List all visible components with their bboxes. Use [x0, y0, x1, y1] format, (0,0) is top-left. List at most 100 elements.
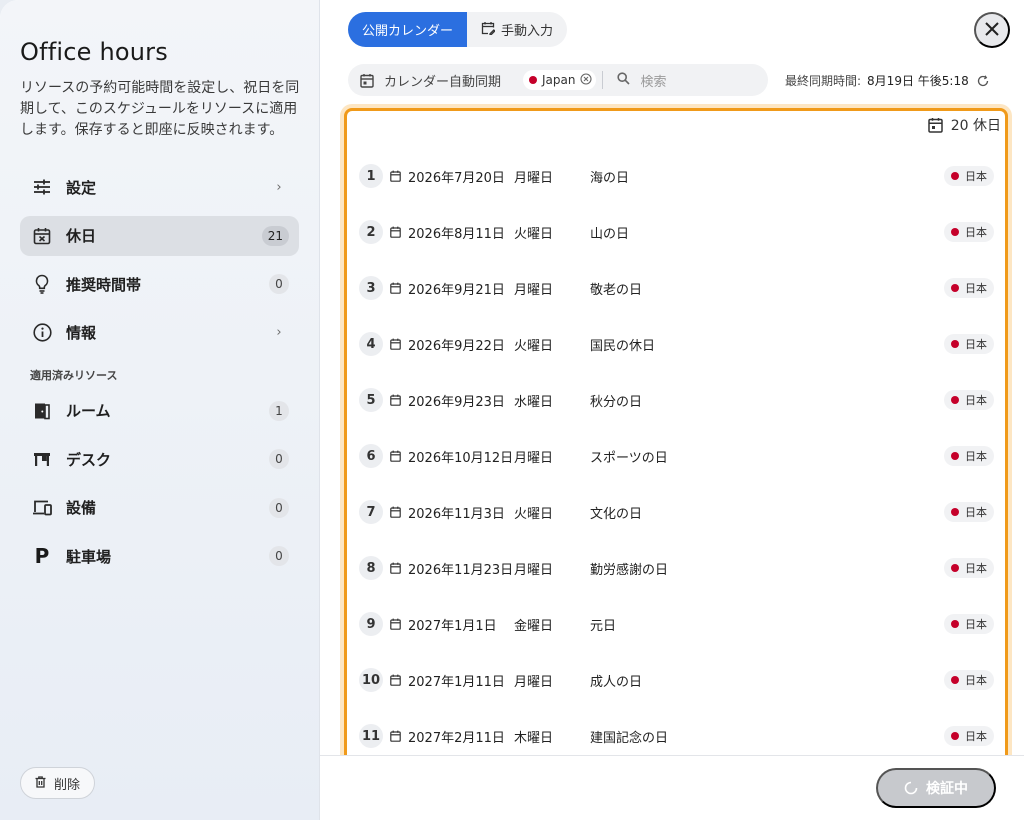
row-index: 1 — [359, 164, 383, 188]
holiday-weekday: 月曜日 — [514, 674, 554, 690]
holiday-name: 山の日 — [590, 226, 630, 242]
holiday-count: 20 休日 — [927, 115, 1001, 135]
sidebar-item-recommended-times[interactable]: 推奨時間帯 0 — [20, 264, 299, 304]
table-row[interactable]: 10 2027年1月11日 月曜日 成人の日 日本 — [347, 652, 1005, 708]
country-chip[interactable]: Japan — [523, 70, 597, 90]
japan-flag-icon — [951, 172, 959, 180]
country-badge: 日本 — [944, 670, 994, 690]
delete-button-label: 削除 — [54, 776, 81, 792]
sidebar-item-label: 推奨時間帯 — [66, 275, 142, 294]
holiday-weekday: 火曜日 — [514, 338, 554, 354]
count-badge: 21 — [261, 225, 289, 246]
calendar-x-icon — [32, 226, 52, 246]
chevron-right-icon: › — [276, 325, 282, 340]
calendar-icon — [927, 117, 943, 133]
holiday-weekday: 金曜日 — [514, 618, 554, 634]
divider — [602, 71, 604, 89]
country-badge: 日本 — [944, 446, 994, 466]
holiday-weekday: 月曜日 — [514, 450, 554, 466]
japan-flag-icon — [951, 732, 959, 740]
calendar-icon — [390, 226, 404, 238]
row-index: 9 — [359, 612, 383, 636]
calendar-icon — [390, 338, 404, 350]
calendar-icon — [390, 562, 404, 574]
chevron-right-icon: › — [276, 179, 282, 195]
row-index: 5 — [359, 388, 383, 412]
country-label: 日本 — [965, 506, 987, 519]
resource-item-label: 設備 — [66, 499, 97, 517]
resource-item-desk[interactable]: デスク 0 — [20, 439, 299, 479]
japan-flag-icon — [951, 228, 959, 236]
resource-item-label: 駐車場 — [66, 547, 112, 566]
holiday-date: 2026年10月12日 — [408, 450, 514, 466]
row-index: 7 — [359, 500, 383, 524]
country-badge: 日本 — [944, 278, 994, 298]
table-row[interactable]: 3 2026年9月21日 月曜日 敬老の日 日本 — [347, 260, 1005, 316]
japan-flag-icon — [951, 508, 959, 516]
table-row[interactable]: 2 2026年8月11日 火曜日 山の日 日本 — [347, 204, 1005, 260]
tab-manual-entry[interactable]: 手動入力 — [467, 12, 567, 47]
last-sync-status: 最終同期時間: 8月19日 午後5:18 — [785, 72, 989, 89]
sidebar-item-holidays[interactable]: 休日 21 — [20, 215, 299, 256]
count-badge: 1 — [269, 400, 289, 421]
country-badge: 日本 — [944, 502, 994, 522]
verify-button-label: 検証中 — [926, 780, 968, 796]
holiday-name: 成人の日 — [590, 674, 643, 690]
country-label: 日本 — [965, 394, 987, 407]
sidebar-nav: 設定 › 休日 21 推奨時間帯 0 情報 › — [20, 167, 299, 353]
verify-button[interactable]: 検証中 — [876, 768, 996, 808]
resource-item-room[interactable]: ルーム 1 — [20, 391, 299, 431]
close-button[interactable] — [974, 12, 1010, 48]
calendar-edit-icon — [481, 21, 496, 39]
sidebar-item-settings[interactable]: 設定 › — [20, 167, 299, 207]
lightbulb-icon — [32, 274, 52, 294]
table-row[interactable]: 1 2026年7月20日 月曜日 海の日 日本 — [347, 148, 1005, 204]
calendar-icon — [390, 282, 404, 294]
remove-chip-icon[interactable] — [580, 72, 593, 88]
japan-flag-icon — [951, 340, 959, 348]
table-row[interactable]: 5 2026年9月23日 水曜日 秋分の日 日本 — [347, 372, 1005, 428]
country-label: 日本 — [965, 562, 987, 575]
refresh-icon[interactable] — [977, 74, 989, 87]
holiday-weekday: 月曜日 — [514, 170, 554, 186]
holiday-date: 2026年9月23日 — [408, 394, 505, 410]
table-row[interactable]: 7 2026年11月3日 火曜日 文化の日 日本 — [347, 484, 1005, 540]
search-placeholder: 検索 — [640, 74, 667, 90]
resource-item-equipment[interactable]: 設備 0 — [20, 488, 299, 528]
search-input[interactable]: 検索 — [617, 71, 667, 90]
info-icon — [32, 323, 52, 343]
count-badge: 0 — [269, 497, 289, 518]
sidebar-item-label: 設定 — [66, 178, 97, 197]
holiday-count-label: 20 休日 — [950, 118, 1001, 134]
holiday-list: 20 休日 1 2026年7月20日 月曜日 海の日 日本 2 2026年8月11日 火曜日山… — [344, 108, 1008, 820]
country-badge: 日本 — [944, 334, 994, 354]
count-badge: 0 — [269, 274, 289, 294]
resource-item-parking[interactable]: P 駐車場 0 — [20, 536, 299, 576]
trash-icon — [35, 775, 46, 791]
table-row[interactable]: 9 2027年1月1日 金曜日 元日 日本 — [347, 596, 1005, 652]
table-row[interactable]: 8 2026年11月23日 月曜日 勤労感謝の日 日本 — [347, 540, 1005, 596]
country-badge: 日本 — [944, 726, 994, 746]
country-label: 日本 — [965, 282, 987, 295]
holiday-name: 文化の日 — [590, 506, 643, 522]
holiday-date: 2026年9月22日 — [408, 338, 505, 354]
sidebar: Office hours リソースの予約可能時間を設定し、祝日を同期して、このス… — [0, 0, 320, 820]
count-badge: 0 — [269, 449, 289, 469]
japan-flag-icon — [951, 676, 959, 684]
japan-flag-icon — [951, 396, 959, 404]
holiday-name: 国民の休日 — [590, 338, 656, 354]
table-row[interactable]: 6 2026年10月12日 月曜日 スポーツの日 日本 — [347, 428, 1005, 484]
calendar-icon — [390, 730, 404, 742]
country-badge: 日本 — [944, 558, 994, 578]
resource-item-label: デスク — [66, 450, 112, 469]
holiday-name: 敬老の日 — [590, 282, 643, 298]
row-index: 6 — [359, 444, 383, 468]
sidebar-item-label: 休日 — [66, 227, 97, 245]
tab-public-calendar[interactable]: 公開カレンダー — [348, 12, 468, 47]
applied-resources-heading: 適用済みリソース — [30, 368, 118, 382]
row-index: 11 — [359, 724, 383, 748]
delete-button[interactable]: 削除 — [20, 767, 96, 799]
sidebar-item-info[interactable]: 情報 › — [20, 313, 299, 353]
table-row[interactable]: 4 2026年9月22日 火曜日 国民の休日 日本 — [347, 316, 1005, 372]
parking-icon: P — [34, 544, 50, 568]
